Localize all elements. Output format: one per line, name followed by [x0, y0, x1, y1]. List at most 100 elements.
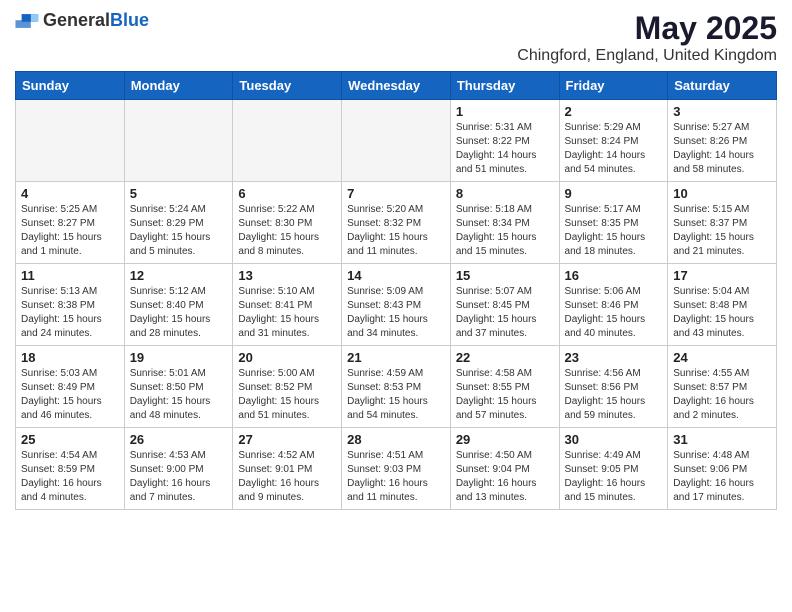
- day-number: 8: [456, 186, 554, 201]
- day-number: 13: [238, 268, 336, 283]
- cell-content: Sunrise: 5:24 AM Sunset: 8:29 PM Dayligh…: [130, 203, 228, 259]
- cell-content: Sunrise: 4:49 AM Sunset: 9:05 PM Dayligh…: [565, 449, 663, 505]
- cell-content: Sunrise: 4:48 AM Sunset: 9:06 PM Dayligh…: [673, 449, 771, 505]
- day-number: 7: [347, 186, 445, 201]
- cell-content: Sunrise: 4:50 AM Sunset: 9:04 PM Dayligh…: [456, 449, 554, 505]
- subtitle: Chingford, England, United Kingdom: [517, 47, 777, 65]
- table-row: 24Sunrise: 4:55 AM Sunset: 8:57 PM Dayli…: [668, 346, 777, 428]
- cell-content: Sunrise: 5:15 AM Sunset: 8:37 PM Dayligh…: [673, 203, 771, 259]
- cell-content: Sunrise: 4:53 AM Sunset: 9:00 PM Dayligh…: [130, 449, 228, 505]
- cell-content: Sunrise: 5:22 AM Sunset: 8:30 PM Dayligh…: [238, 203, 336, 259]
- cell-content: Sunrise: 5:27 AM Sunset: 8:26 PM Dayligh…: [673, 121, 771, 177]
- cell-content: Sunrise: 5:10 AM Sunset: 8:41 PM Dayligh…: [238, 285, 336, 341]
- cell-content: Sunrise: 4:51 AM Sunset: 9:03 PM Dayligh…: [347, 449, 445, 505]
- day-number: 11: [21, 268, 119, 283]
- day-number: 17: [673, 268, 771, 283]
- cell-content: Sunrise: 4:59 AM Sunset: 8:53 PM Dayligh…: [347, 367, 445, 423]
- table-row: 19Sunrise: 5:01 AM Sunset: 8:50 PM Dayli…: [124, 346, 233, 428]
- day-number: 27: [238, 432, 336, 447]
- day-number: 4: [21, 186, 119, 201]
- day-number: 20: [238, 350, 336, 365]
- calendar-week-2: 4 Sunrise: 5:25 AM Sunset: 8:27 PM Daylig…: [16, 182, 777, 264]
- calendar-table: Sunday Monday Tuesday Wednesday Thursday…: [15, 71, 777, 510]
- table-row: 18Sunrise: 5:03 AM Sunset: 8:49 PM Dayli…: [16, 346, 125, 428]
- cell-content: Sunrise: 5:13 AM Sunset: 8:38 PM Dayligh…: [21, 285, 119, 341]
- day-number: 1: [456, 104, 554, 119]
- table-row: 22 Sunrise: 4:58 AM Sunset: 8:55 PM Dayli…: [450, 346, 559, 428]
- cell-content: Sunrise: 4:54 AM Sunset: 8:59 PM Dayligh…: [21, 449, 119, 505]
- table-row: 27 Sunrise: 4:52 AM Sunset: 9:01 PM Dayli…: [233, 428, 342, 510]
- day-number: 28: [347, 432, 445, 447]
- table-row: 21Sunrise: 4:59 AM Sunset: 8:53 PM Dayli…: [342, 346, 451, 428]
- cell-content: Sunrise: 5:00 AM Sunset: 8:52 PM Dayligh…: [238, 367, 336, 423]
- cell-content: Sunrise: 5:01 AM Sunset: 8:50 PM Dayligh…: [130, 367, 228, 423]
- col-wednesday: Wednesday: [342, 72, 451, 100]
- day-number: 10: [673, 186, 771, 201]
- header: GeneralBlue May 2025 Chingford, England,…: [15, 10, 777, 65]
- table-row: 30 Sunrise: 4:49 AM Sunset: 9:05 PM Dayli…: [559, 428, 668, 510]
- cell-content: Sunrise: 5:06 AM Sunset: 8:46 PM Dayligh…: [565, 285, 663, 341]
- col-sunday: Sunday: [16, 72, 125, 100]
- cell-content: Sunrise: 5:12 AM Sunset: 8:40 PM Dayligh…: [130, 285, 228, 341]
- day-number: 5: [130, 186, 228, 201]
- table-row: 14 Sunrise: 5:09 AM Sunset: 8:43 PM Dayli…: [342, 264, 451, 346]
- logo-icon: [15, 11, 39, 31]
- day-number: 3: [673, 104, 771, 119]
- cell-content: Sunrise: 5:09 AM Sunset: 8:43 PM Dayligh…: [347, 285, 445, 341]
- day-number: 30: [565, 432, 663, 447]
- cell-content: Sunrise: 4:55 AM Sunset: 8:57 PM Dayligh…: [673, 367, 771, 423]
- table-row: [342, 100, 451, 182]
- table-row: 7 Sunrise: 5:20 AM Sunset: 8:32 PM Daylig…: [342, 182, 451, 264]
- table-row: 10 Sunrise: 5:15 AM Sunset: 8:37 PM Dayli…: [668, 182, 777, 264]
- day-number: 6: [238, 186, 336, 201]
- cell-content: Sunrise: 5:18 AM Sunset: 8:34 PM Dayligh…: [456, 203, 554, 259]
- table-row: 25Sunrise: 4:54 AM Sunset: 8:59 PM Dayli…: [16, 428, 125, 510]
- table-row: 13 Sunrise: 5:10 AM Sunset: 8:41 PM Dayli…: [233, 264, 342, 346]
- table-row: 2 Sunrise: 5:29 AM Sunset: 8:24 PM Daylig…: [559, 100, 668, 182]
- table-row: 17 Sunrise: 5:04 AM Sunset: 8:48 PM Dayli…: [668, 264, 777, 346]
- table-row: 26Sunrise: 4:53 AM Sunset: 9:00 PM Dayli…: [124, 428, 233, 510]
- table-row: 5 Sunrise: 5:24 AM Sunset: 8:29 PM Daylig…: [124, 182, 233, 264]
- cell-content: Sunrise: 5:03 AM Sunset: 8:49 PM Dayligh…: [21, 367, 119, 423]
- cell-content: Sunrise: 5:31 AM Sunset: 8:22 PM Dayligh…: [456, 121, 554, 177]
- table-row: [16, 100, 125, 182]
- logo-blue: Blue: [110, 10, 149, 30]
- cell-content: Sunrise: 5:29 AM Sunset: 8:24 PM Dayligh…: [565, 121, 663, 177]
- day-number: 22: [456, 350, 554, 365]
- table-row: 4 Sunrise: 5:25 AM Sunset: 8:27 PM Daylig…: [16, 182, 125, 264]
- cell-content: Sunrise: 4:52 AM Sunset: 9:01 PM Dayligh…: [238, 449, 336, 505]
- cell-content: Sunrise: 5:25 AM Sunset: 8:27 PM Dayligh…: [21, 203, 119, 259]
- cell-content: Sunrise: 5:20 AM Sunset: 8:32 PM Dayligh…: [347, 203, 445, 259]
- table-row: 9Sunrise: 5:17 AM Sunset: 8:35 PM Daylig…: [559, 182, 668, 264]
- table-row: 11 Sunrise: 5:13 AM Sunset: 8:38 PM Dayli…: [16, 264, 125, 346]
- calendar-week-3: 11 Sunrise: 5:13 AM Sunset: 8:38 PM Dayli…: [16, 264, 777, 346]
- table-row: 15Sunrise: 5:07 AM Sunset: 8:45 PM Dayli…: [450, 264, 559, 346]
- table-row: 3 Sunrise: 5:27 AM Sunset: 8:26 PM Daylig…: [668, 100, 777, 182]
- table-row: [233, 100, 342, 182]
- day-number: 16: [565, 268, 663, 283]
- table-row: 28 Sunrise: 4:51 AM Sunset: 9:03 PM Dayli…: [342, 428, 451, 510]
- day-number: 29: [456, 432, 554, 447]
- table-row: 29 Sunrise: 4:50 AM Sunset: 9:04 PM Dayli…: [450, 428, 559, 510]
- table-row: 20 Sunrise: 5:00 AM Sunset: 8:52 PM Dayli…: [233, 346, 342, 428]
- col-monday: Monday: [124, 72, 233, 100]
- header-row: Sunday Monday Tuesday Wednesday Thursday…: [16, 72, 777, 100]
- table-row: 23Sunrise: 4:56 AM Sunset: 8:56 PM Dayli…: [559, 346, 668, 428]
- day-number: 14: [347, 268, 445, 283]
- cell-content: Sunrise: 5:04 AM Sunset: 8:48 PM Dayligh…: [673, 285, 771, 341]
- calendar-week-1: 1 Sunrise: 5:31 AM Sunset: 8:22 PM Daylig…: [16, 100, 777, 182]
- table-row: 8 Sunrise: 5:18 AM Sunset: 8:34 PM Daylig…: [450, 182, 559, 264]
- calendar-week-4: 18Sunrise: 5:03 AM Sunset: 8:49 PM Dayli…: [16, 346, 777, 428]
- col-tuesday: Tuesday: [233, 72, 342, 100]
- cell-content: Sunrise: 4:58 AM Sunset: 8:55 PM Dayligh…: [456, 367, 554, 423]
- logo: GeneralBlue: [15, 10, 149, 31]
- table-row: 31Sunrise: 4:48 AM Sunset: 9:06 PM Dayli…: [668, 428, 777, 510]
- cell-content: Sunrise: 4:56 AM Sunset: 8:56 PM Dayligh…: [565, 367, 663, 423]
- cell-content: Sunrise: 5:17 AM Sunset: 8:35 PM Dayligh…: [565, 203, 663, 259]
- day-number: 2: [565, 104, 663, 119]
- col-thursday: Thursday: [450, 72, 559, 100]
- title-block: May 2025 Chingford, England, United King…: [517, 10, 777, 65]
- table-row: 1 Sunrise: 5:31 AM Sunset: 8:22 PM Daylig…: [450, 100, 559, 182]
- table-row: [124, 100, 233, 182]
- table-row: 16 Sunrise: 5:06 AM Sunset: 8:46 PM Dayli…: [559, 264, 668, 346]
